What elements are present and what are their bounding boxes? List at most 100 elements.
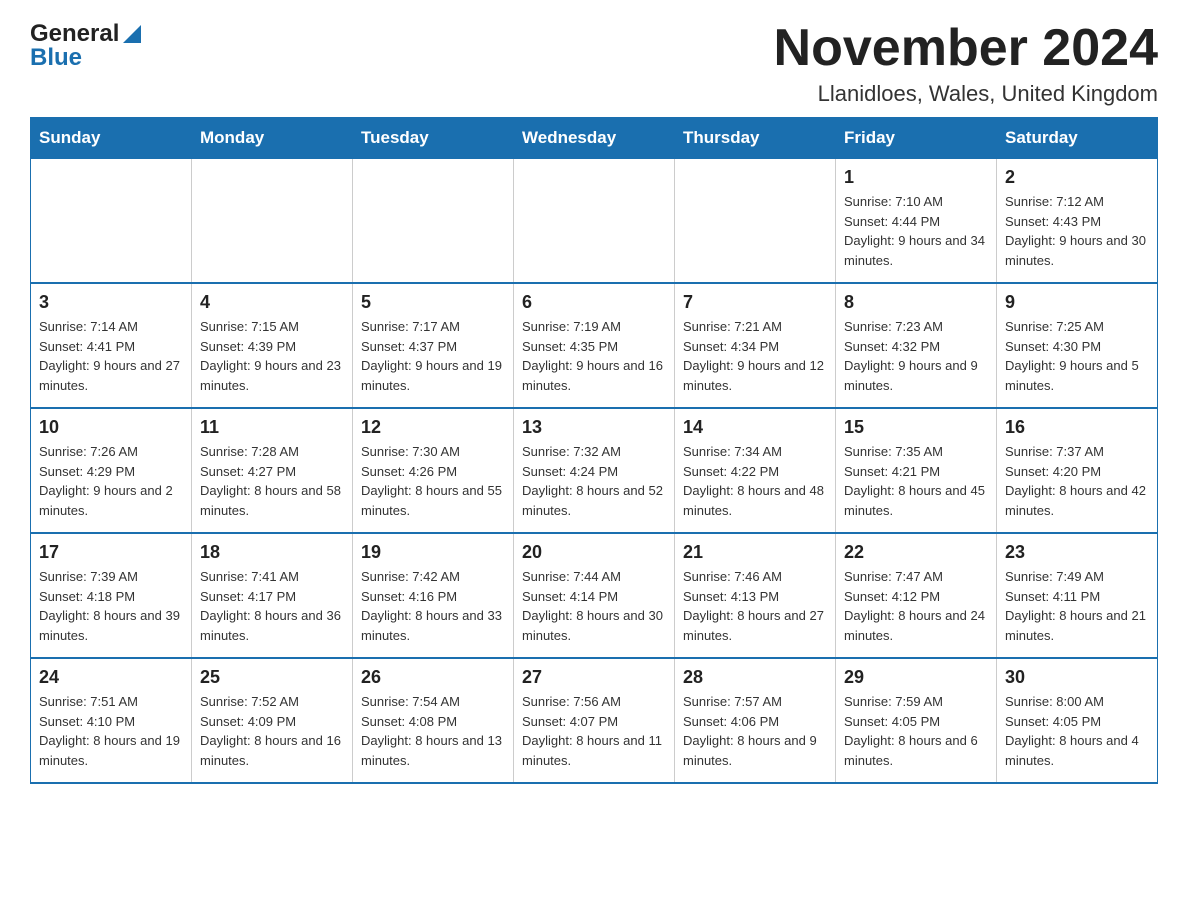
day-number: 5 [361, 292, 505, 313]
week-row-4: 17 Sunrise: 7:39 AMSunset: 4:18 PMDayligh… [31, 533, 1158, 658]
calendar-table: Sunday Monday Tuesday Wednesday Thursday… [30, 117, 1158, 784]
table-row: 13 Sunrise: 7:32 AMSunset: 4:24 PMDayligh… [514, 408, 675, 533]
day-info: Sunrise: 7:35 AMSunset: 4:21 PMDaylight:… [844, 442, 988, 520]
table-row: 25 Sunrise: 7:52 AMSunset: 4:09 PMDayligh… [192, 658, 353, 783]
day-number: 17 [39, 542, 183, 563]
day-number: 29 [844, 667, 988, 688]
col-friday: Friday [836, 118, 997, 159]
day-number: 18 [200, 542, 344, 563]
col-thursday: Thursday [675, 118, 836, 159]
table-row [514, 159, 675, 284]
page-subtitle: Llanidloes, Wales, United Kingdom [774, 81, 1158, 107]
day-number: 27 [522, 667, 666, 688]
day-info: Sunrise: 7:17 AMSunset: 4:37 PMDaylight:… [361, 317, 505, 395]
day-info: Sunrise: 7:19 AMSunset: 4:35 PMDaylight:… [522, 317, 666, 395]
table-row: 22 Sunrise: 7:47 AMSunset: 4:12 PMDayligh… [836, 533, 997, 658]
week-row-5: 24 Sunrise: 7:51 AMSunset: 4:10 PMDayligh… [31, 658, 1158, 783]
table-row: 6 Sunrise: 7:19 AMSunset: 4:35 PMDaylight… [514, 283, 675, 408]
col-sunday: Sunday [31, 118, 192, 159]
day-number: 1 [844, 167, 988, 188]
table-row: 12 Sunrise: 7:30 AMSunset: 4:26 PMDayligh… [353, 408, 514, 533]
day-info: Sunrise: 7:42 AMSunset: 4:16 PMDaylight:… [361, 567, 505, 645]
table-row [31, 159, 192, 284]
day-info: Sunrise: 7:14 AMSunset: 4:41 PMDaylight:… [39, 317, 183, 395]
day-number: 15 [844, 417, 988, 438]
day-info: Sunrise: 7:32 AMSunset: 4:24 PMDaylight:… [522, 442, 666, 520]
day-number: 4 [200, 292, 344, 313]
day-number: 23 [1005, 542, 1149, 563]
table-row: 18 Sunrise: 7:41 AMSunset: 4:17 PMDayligh… [192, 533, 353, 658]
day-info: Sunrise: 7:47 AMSunset: 4:12 PMDaylight:… [844, 567, 988, 645]
table-row: 4 Sunrise: 7:15 AMSunset: 4:39 PMDaylight… [192, 283, 353, 408]
day-number: 25 [200, 667, 344, 688]
day-info: Sunrise: 7:57 AMSunset: 4:06 PMDaylight:… [683, 692, 827, 770]
table-row: 14 Sunrise: 7:34 AMSunset: 4:22 PMDayligh… [675, 408, 836, 533]
table-row: 1 Sunrise: 7:10 AMSunset: 4:44 PMDaylight… [836, 159, 997, 284]
table-row: 26Sunrise: 7:54 AMSunset: 4:08 PMDayligh… [353, 658, 514, 783]
table-row: 11 Sunrise: 7:28 AMSunset: 4:27 PMDayligh… [192, 408, 353, 533]
logo: General Blue [30, 20, 143, 72]
day-number: 26 [361, 667, 505, 688]
day-info: Sunrise: 7:46 AMSunset: 4:13 PMDaylight:… [683, 567, 827, 645]
day-info: Sunrise: 7:41 AMSunset: 4:17 PMDaylight:… [200, 567, 344, 645]
table-row: 30Sunrise: 8:00 AMSunset: 4:05 PMDayligh… [997, 658, 1158, 783]
day-info: Sunrise: 7:28 AMSunset: 4:27 PMDaylight:… [200, 442, 344, 520]
day-info: Sunrise: 7:59 AMSunset: 4:05 PMDaylight:… [844, 692, 988, 770]
logo-triangle-icon [121, 23, 143, 45]
day-number: 24 [39, 667, 183, 688]
table-row: 20Sunrise: 7:44 AMSunset: 4:14 PMDayligh… [514, 533, 675, 658]
day-number: 6 [522, 292, 666, 313]
day-info: Sunrise: 8:00 AMSunset: 4:05 PMDaylight:… [1005, 692, 1149, 770]
table-row: 8 Sunrise: 7:23 AMSunset: 4:32 PMDaylight… [836, 283, 997, 408]
page-header: General Blue November 2024 Llanidloes, W… [30, 20, 1158, 107]
col-saturday: Saturday [997, 118, 1158, 159]
day-number: 12 [361, 417, 505, 438]
day-number: 28 [683, 667, 827, 688]
table-row: 28 Sunrise: 7:57 AMSunset: 4:06 PMDayligh… [675, 658, 836, 783]
table-row: 17 Sunrise: 7:39 AMSunset: 4:18 PMDayligh… [31, 533, 192, 658]
day-number: 8 [844, 292, 988, 313]
day-number: 19 [361, 542, 505, 563]
table-row [675, 159, 836, 284]
week-row-2: 3 Sunrise: 7:14 AMSunset: 4:41 PMDaylight… [31, 283, 1158, 408]
table-row: 16 Sunrise: 7:37 AMSunset: 4:20 PMDayligh… [997, 408, 1158, 533]
day-number: 16 [1005, 417, 1149, 438]
day-number: 14 [683, 417, 827, 438]
day-info: Sunrise: 7:34 AMSunset: 4:22 PMDaylight:… [683, 442, 827, 520]
day-info: Sunrise: 7:56 AMSunset: 4:07 PMDaylight:… [522, 692, 666, 770]
day-info: Sunrise: 7:26 AMSunset: 4:29 PMDaylight:… [39, 442, 183, 520]
day-info: Sunrise: 7:25 AMSunset: 4:30 PMDaylight:… [1005, 317, 1149, 395]
day-number: 2 [1005, 167, 1149, 188]
day-info: Sunrise: 7:12 AMSunset: 4:43 PMDaylight:… [1005, 192, 1149, 270]
day-info: Sunrise: 7:21 AMSunset: 4:34 PMDaylight:… [683, 317, 827, 395]
table-row: 29 Sunrise: 7:59 AMSunset: 4:05 PMDayligh… [836, 658, 997, 783]
calendar-header-row: Sunday Monday Tuesday Wednesday Thursday… [31, 118, 1158, 159]
table-row: 3 Sunrise: 7:14 AMSunset: 4:41 PMDaylight… [31, 283, 192, 408]
day-info: Sunrise: 7:30 AMSunset: 4:26 PMDaylight:… [361, 442, 505, 520]
day-number: 21 [683, 542, 827, 563]
day-number: 3 [39, 292, 183, 313]
day-info: Sunrise: 7:49 AMSunset: 4:11 PMDaylight:… [1005, 567, 1149, 645]
table-row: 21 Sunrise: 7:46 AMSunset: 4:13 PMDayligh… [675, 533, 836, 658]
day-info: Sunrise: 7:37 AMSunset: 4:20 PMDaylight:… [1005, 442, 1149, 520]
day-number: 10 [39, 417, 183, 438]
col-wednesday: Wednesday [514, 118, 675, 159]
day-number: 9 [1005, 292, 1149, 313]
day-info: Sunrise: 7:51 AMSunset: 4:10 PMDaylight:… [39, 692, 183, 770]
table-row [353, 159, 514, 284]
page-title: November 2024 [774, 20, 1158, 77]
day-info: Sunrise: 7:23 AMSunset: 4:32 PMDaylight:… [844, 317, 988, 395]
day-number: 22 [844, 542, 988, 563]
table-row: 15 Sunrise: 7:35 AMSunset: 4:21 PMDayligh… [836, 408, 997, 533]
day-info: Sunrise: 7:10 AMSunset: 4:44 PMDaylight:… [844, 192, 988, 270]
table-row: 2 Sunrise: 7:12 AMSunset: 4:43 PMDaylight… [997, 159, 1158, 284]
title-block: November 2024 Llanidloes, Wales, United … [774, 20, 1158, 107]
day-info: Sunrise: 7:39 AMSunset: 4:18 PMDaylight:… [39, 567, 183, 645]
day-info: Sunrise: 7:52 AMSunset: 4:09 PMDaylight:… [200, 692, 344, 770]
table-row: 5 Sunrise: 7:17 AMSunset: 4:37 PMDaylight… [353, 283, 514, 408]
day-number: 13 [522, 417, 666, 438]
day-number: 11 [200, 417, 344, 438]
table-row: 27 Sunrise: 7:56 AMSunset: 4:07 PMDayligh… [514, 658, 675, 783]
week-row-1: 1 Sunrise: 7:10 AMSunset: 4:44 PMDaylight… [31, 159, 1158, 284]
day-info: Sunrise: 7:15 AMSunset: 4:39 PMDaylight:… [200, 317, 344, 395]
